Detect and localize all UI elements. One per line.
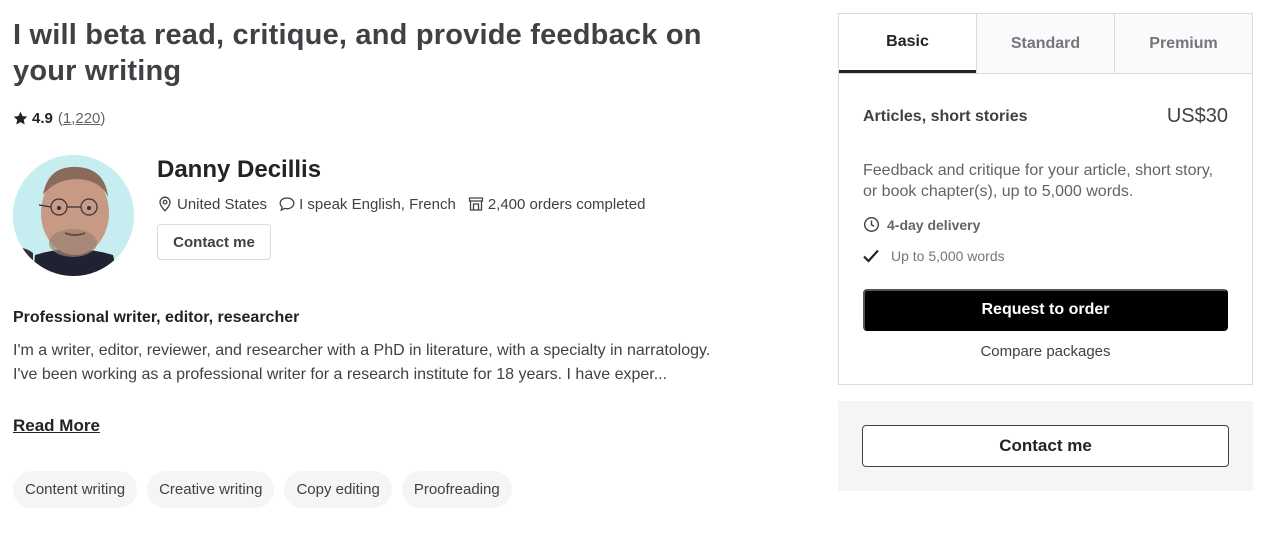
- seller-orders-text: 2,400 orders completed: [487, 195, 646, 213]
- review-count-link[interactable]: (1,220): [58, 110, 106, 127]
- seller-avatar[interactable]: [13, 155, 134, 276]
- contact-seller-box: Contact me: [838, 401, 1253, 491]
- star-icon: [13, 111, 28, 124]
- review-count[interactable]: 1,220: [63, 110, 101, 127]
- contact-me-large-button[interactable]: Contact me: [862, 425, 1229, 467]
- package-feature: Up to 5,000 words: [863, 248, 1005, 264]
- feature-text: Up to 5,000 words: [891, 248, 1005, 264]
- seller-country: United States: [157, 196, 267, 213]
- package-description: Feedback and critique for your article, …: [863, 162, 1214, 200]
- package-tabs: Basic Standard Premium: [839, 14, 1252, 74]
- checkmark-icon: [863, 249, 879, 263]
- skill-tags: Content writing Creative writing Copy ed…: [13, 471, 522, 508]
- request-to-order-button[interactable]: Request to order: [863, 289, 1228, 331]
- package-name: Articles, short stories: [863, 108, 1028, 125]
- delivery-text: 4-day delivery: [887, 216, 981, 233]
- clock-icon: [863, 216, 880, 233]
- seller-meta: United States I speak English, French 2,…: [157, 194, 657, 214]
- seller-name[interactable]: Danny Decillis: [157, 156, 321, 184]
- location-pin-icon: [159, 196, 171, 212]
- compare-packages-link[interactable]: Compare packages: [839, 343, 1252, 360]
- gig-title: I will beta read, critique, and provide …: [13, 19, 702, 87]
- tab-premium[interactable]: Premium: [1114, 14, 1252, 73]
- delivery-time: 4-day delivery: [863, 216, 980, 233]
- tab-basic[interactable]: Basic: [839, 14, 976, 73]
- tag-chip[interactable]: Proofreading: [401, 471, 512, 508]
- package-panel: Basic Standard Premium Articles, short s…: [838, 13, 1253, 385]
- tag-chip[interactable]: Content writing: [13, 471, 138, 508]
- contact-me-button[interactable]: Contact me: [157, 224, 271, 260]
- seller-country-text: United States: [177, 195, 268, 213]
- seller-description: I'm a writer, editor, reviewer, and rese…: [13, 342, 711, 383]
- tag-chip[interactable]: Creative writing: [147, 471, 275, 508]
- chat-bubble-icon: [279, 197, 295, 212]
- rating-score: 4.9: [32, 109, 53, 127]
- package-price: US$30: [1166, 105, 1228, 127]
- tab-standard[interactable]: Standard: [976, 14, 1114, 73]
- store-icon: [468, 197, 483, 211]
- gig-rating: 4.9 (1,220): [13, 108, 105, 128]
- seller-headline: Professional writer, editor, researcher: [13, 309, 300, 326]
- seller-orders: 2,400 orders completed: [468, 195, 646, 213]
- seller-languages: I speak English, French: [279, 196, 456, 213]
- avatar-portrait: [13, 155, 134, 276]
- seller-languages-text: I speak English, French: [299, 195, 456, 213]
- read-more-link[interactable]: Read More: [13, 416, 100, 436]
- tag-chip[interactable]: Copy editing: [284, 471, 392, 508]
